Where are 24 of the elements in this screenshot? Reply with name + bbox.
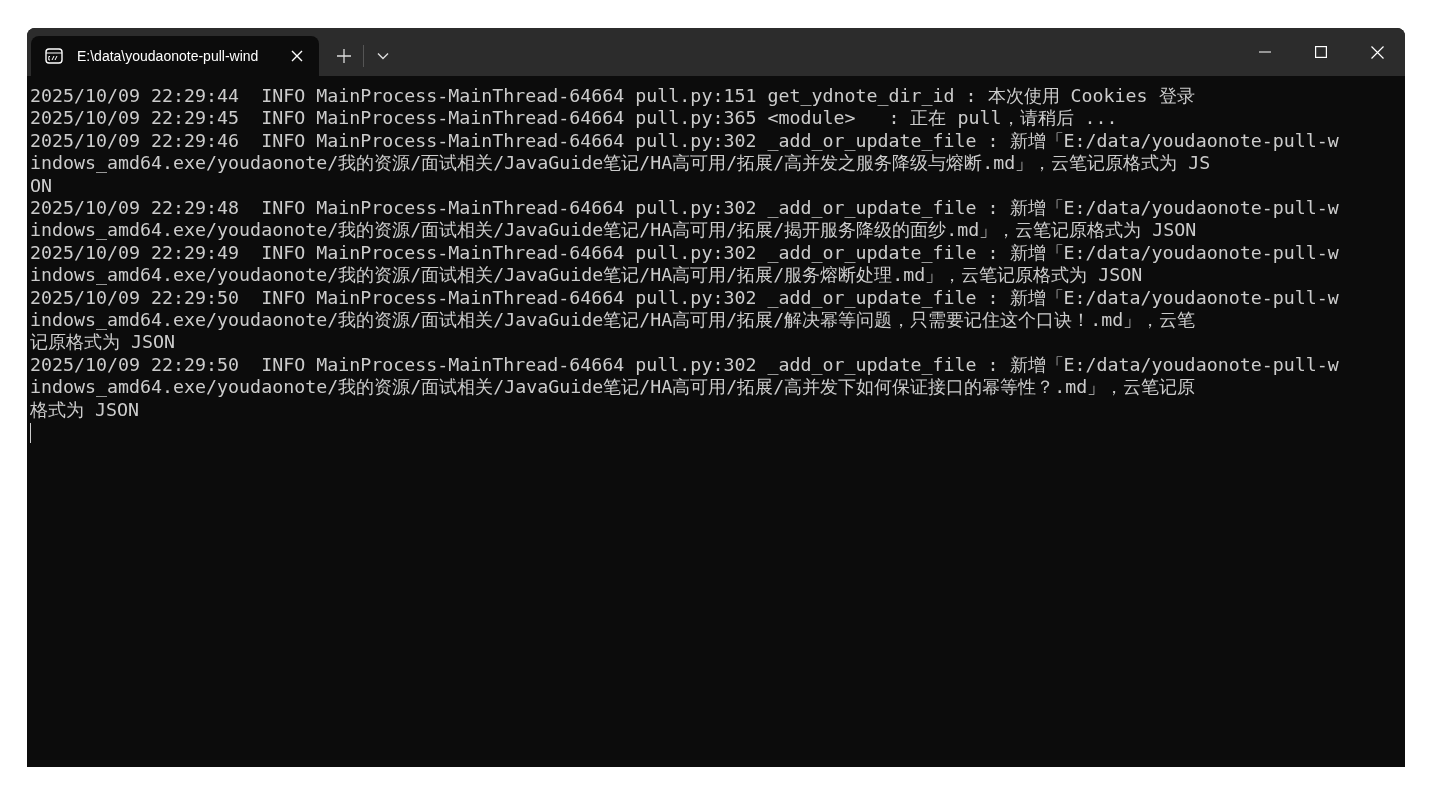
terminal-output-line: 2025/10/09 22:29:46 INFO MainProcess-MainThread-64664 pull.py:302 _add_or_update_file : 新增「E:/data/youdaonote-pull-w <box>30 129 1339 153</box>
plus-icon <box>337 49 351 63</box>
terminal-output-line: 2025/10/09 22:29:45 INFO MainProcess-MainThread-64664 pull.py:365 <module> : 正在 pull，请稍后 ... <box>30 107 1118 130</box>
close-icon <box>291 50 303 62</box>
minimize-icon <box>1259 51 1271 53</box>
terminal-output-line: 2025/10/09 22:29:49 INFO MainProcess-MainThread-64664 pull.py:302 _add_or_update_file : 新增「E:/data/youdaonote-pull-w <box>30 241 1339 265</box>
terminal-output-line: indows_amd64.exe/youdaonote/我的资源/面试相关/JavaGuide笔记/HA高可用/拓展/解决幂等问题，只需要记住这个口诀！.md」，云笔 <box>30 309 1196 332</box>
terminal-output-line: indows_amd64.exe/youdaonote/我的资源/面试相关/JavaGuide笔记/HA高可用/拓展/服务熔断处理.md」，云笔记原格式为 JSON <box>30 264 1143 287</box>
terminal-output-line: indows_amd64.exe/youdaonote/我的资源/面试相关/JavaGuide笔记/HA高可用/拓展/高并发下如何保证接口的幂等性？.md」，云笔记原 <box>30 376 1196 399</box>
maximize-icon <box>1315 46 1327 58</box>
terminal-output-line: indows_amd64.exe/youdaonote/我的资源/面试相关/JavaGuide笔记/HA高可用/拓展/揭开服务降级的面纱.md」，云笔记原格式为 JSON <box>30 219 1197 242</box>
text-cursor <box>30 423 31 444</box>
terminal-output-line: 2025/10/09 22:29:48 INFO MainProcess-MainThread-64664 pull.py:302 _add_or_update_file : 新增「E:/data/youdaonote-pull-w <box>30 197 1339 220</box>
terminal-output-line: 记原格式为 JSON <box>30 331 176 354</box>
chevron-down-icon <box>377 52 389 60</box>
terminal-output-line: 2025/10/09 22:29:44 INFO MainProcess-MainThread-64664 pull.py:151 get_ydnote_dir_id : 本次使用 Cookies 登录 <box>30 85 1195 108</box>
close-icon <box>1370 45 1384 59</box>
terminal-tab[interactable]: E:\data\youdaonote-pull-wind <box>31 36 319 76</box>
terminal-output-line: 格式为 JSON <box>30 398 140 422</box>
terminal-output-line: indows_amd64.exe/youdaonote/我的资源/面试相关/JavaGuide笔记/HA高可用/拓展/高并发之服务降级与熔断.md」，云笔记原格式为 JS <box>30 152 1211 175</box>
terminal-icon <box>45 48 63 64</box>
terminal-output-line: 2025/10/09 22:29:50 INFO MainProcess-MainThread-64664 pull.py:302 _add_or_update_file : 新增「E:/data/youdaonote-pull-w <box>30 353 1339 377</box>
terminal-output-line: 2025/10/09 22:29:50 INFO MainProcess-MainThread-64664 pull.py:302 _add_or_update_file : 新增「E:/data/youdaonote-pull-w <box>30 286 1339 310</box>
terminal-output-line: ON <box>30 174 52 198</box>
